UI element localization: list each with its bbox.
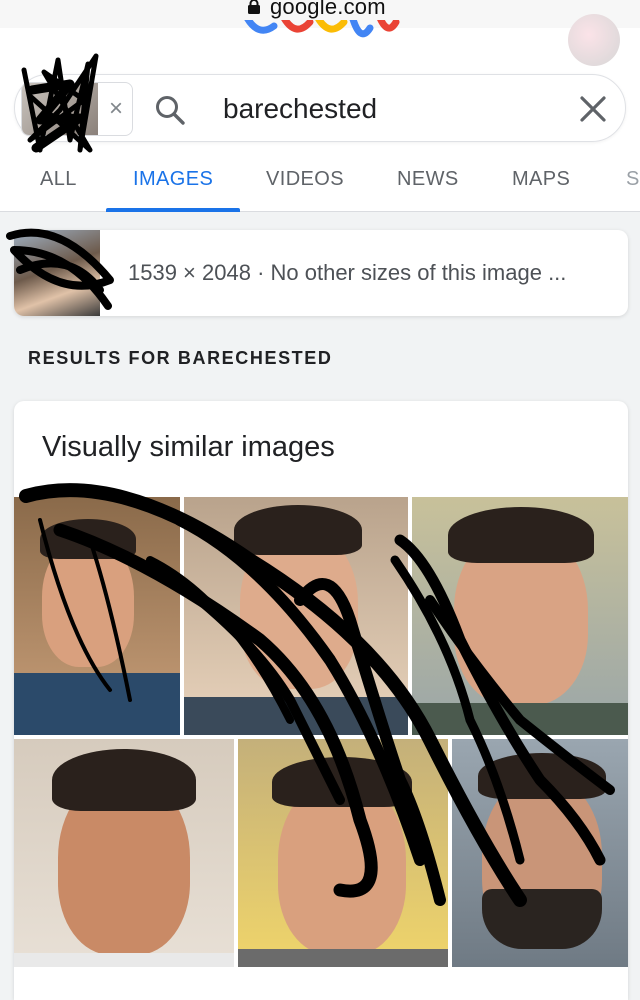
tab-all[interactable]: ALL <box>40 168 77 191</box>
query-image-card[interactable]: 1539 × 2048 · No other sizes of this ima… <box>14 230 628 316</box>
active-tab-indicator <box>106 208 240 212</box>
lock-icon <box>247 0 261 14</box>
query-image-chip[interactable]: × <box>21 82 133 136</box>
tab-images[interactable]: IMAGES <box>133 168 213 191</box>
tab-more-partial[interactable]: S <box>626 168 640 191</box>
search-icon[interactable] <box>153 93 187 127</box>
similar-image-4[interactable] <box>14 739 234 967</box>
similar-image-3[interactable] <box>412 497 628 735</box>
similar-images-grid <box>14 497 628 967</box>
query-image-meta: 1539 × 2048 · No other sizes of this ima… <box>128 260 567 285</box>
tab-maps[interactable]: MAPS <box>512 168 570 191</box>
search-input[interactable]: barechested <box>223 92 377 126</box>
search-header: × barechested ALL IMAGES VIDEOS NEWS MAP… <box>0 14 640 212</box>
url-domain: google.com <box>270 0 386 19</box>
search-box[interactable]: × barechested <box>14 74 626 142</box>
query-image-thumbnail[interactable] <box>14 230 100 316</box>
similar-image-2[interactable] <box>184 497 408 735</box>
search-tabs: ALL IMAGES VIDEOS NEWS MAPS S <box>0 162 640 212</box>
tab-news[interactable]: NEWS <box>397 168 459 191</box>
similar-image-1[interactable] <box>14 497 180 735</box>
visually-similar-title[interactable]: Visually similar images <box>42 431 335 464</box>
clear-search-icon[interactable] <box>577 93 609 125</box>
account-avatar[interactable] <box>568 14 620 66</box>
chip-close-icon[interactable]: × <box>102 95 130 123</box>
visually-similar-card: Visually similar images <box>14 401 628 1000</box>
google-logo[interactable] <box>240 20 400 46</box>
similar-image-5[interactable] <box>238 739 448 967</box>
tab-videos[interactable]: VIDEOS <box>266 168 344 191</box>
query-image-chip-thumbnail <box>22 83 98 135</box>
similar-image-6[interactable] <box>452 739 628 967</box>
results-heading: RESULTS FOR BARECHESTED <box>28 348 333 368</box>
